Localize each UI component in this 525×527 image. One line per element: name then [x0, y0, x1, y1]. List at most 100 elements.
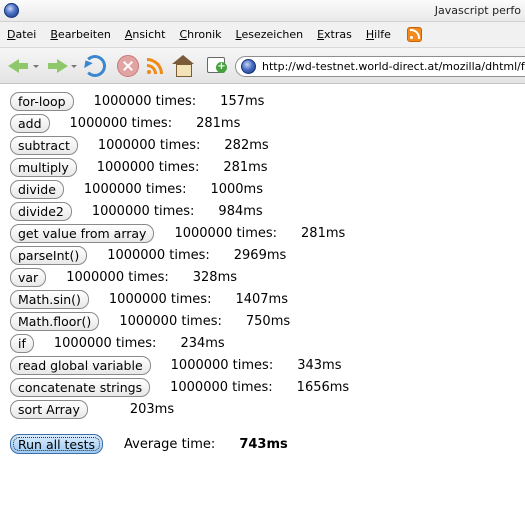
menu-access-key: B [50, 28, 58, 41]
test-button-for-loop[interactable]: for-loop [10, 91, 74, 111]
test-row: sort Array 203ms [10, 398, 174, 420]
test-button-get-value-from-array[interactable]: get value from array [10, 223, 155, 243]
iterations-label: 1000000 times: [91, 203, 195, 219]
test-row: subtract 1000000 times: 282ms [10, 134, 269, 156]
iterations-label: 1000000 times: [53, 335, 157, 351]
test-row: get value from array 1000000 times: 281m… [10, 222, 345, 244]
rss-feed-icon[interactable] [406, 27, 422, 42]
test-button-var[interactable]: var [10, 267, 47, 287]
iterations-label: 1000000 times: [83, 181, 187, 197]
test-button-read-global-variable[interactable]: read global variable [10, 355, 151, 375]
page-content: for-loop 1000000 times: 157ms add 100000… [0, 85, 525, 527]
test-button-parseint[interactable]: parseInt() [10, 245, 88, 265]
run-all-row: Run all tests Average time: 743ms [10, 432, 288, 456]
test-row: divide 1000000 times: 1000ms [10, 178, 263, 200]
result-time: 750ms [245, 313, 291, 329]
result-time: 1000ms [210, 181, 263, 197]
rss-icon[interactable] [146, 57, 164, 75]
test-button-add[interactable]: add [10, 113, 50, 133]
menu-access-key: E [317, 28, 325, 41]
test-row: multiply 1000000 times: 281ms [10, 156, 268, 178]
menu-access-key: H [365, 28, 375, 41]
test-row: read global variable 1000000 times: 343m… [10, 354, 341, 376]
test-row: add 1000000 times: 281ms [10, 112, 240, 134]
test-button-if[interactable]: if [10, 333, 34, 353]
menu-extras[interactable]: Extras [317, 28, 352, 41]
iterations-label: 1000000 times: [66, 269, 169, 285]
stop-icon[interactable] [117, 55, 139, 77]
iterations-label: 1000000 times: [96, 159, 200, 175]
test-button-subtract[interactable]: subtract [10, 135, 78, 155]
run-all-tests-button[interactable]: Run all tests [10, 434, 104, 454]
result-time: 157ms [220, 93, 265, 109]
menu-label-rest: earbeiten [57, 28, 111, 41]
menu-lesezeichen[interactable]: Lesezeichen [236, 28, 304, 41]
test-row: Math.sin() 1000000 times: 1407ms [10, 288, 288, 310]
iterations-label: 1000000 times: [174, 225, 278, 241]
iterations-label: 1000000 times: [108, 291, 212, 307]
iterations-label: 1000000 times: [97, 137, 201, 153]
test-row: Math.floor() 1000000 times: 750ms [10, 310, 290, 332]
iterations-label: 1000000 times: [93, 93, 197, 109]
menu-label-rest: atei [15, 28, 37, 41]
test-button-math-floor[interactable]: Math.floor() [10, 311, 100, 331]
average-time-label: Average time: [124, 436, 216, 452]
menu-label-rest: hronik [187, 28, 222, 41]
test-button-divide[interactable]: divide [10, 179, 64, 199]
result-time: 281ms [196, 115, 241, 131]
test-row: for-loop 1000000 times: 157ms [10, 90, 264, 112]
plus-icon: + [216, 61, 227, 73]
firefox-globe-icon [4, 3, 19, 18]
iterations-label: 1000000 times: [170, 357, 274, 373]
result-time: 343ms [297, 357, 342, 373]
result-time: 984ms [218, 203, 263, 219]
back-icon[interactable] [8, 55, 30, 77]
result-time: 1656ms [296, 379, 350, 395]
menu-label-rest: nsicht [132, 28, 166, 41]
result-time: 1407ms [235, 291, 288, 307]
iterations-label: 1000000 times: [107, 247, 210, 263]
home-icon[interactable] [172, 55, 194, 77]
menu-access-key: C [179, 28, 188, 41]
result-time: 2969ms [233, 247, 287, 263]
menu-datei[interactable]: Datei [7, 28, 36, 41]
menu-bearbeiten[interactable]: Bearbeiten [50, 28, 110, 41]
menu-chronik[interactable]: Chronik [179, 28, 221, 41]
menu-ansicht[interactable]: Ansicht [125, 28, 166, 41]
back-history-dropdown-icon[interactable] [33, 65, 39, 68]
result-time: 234ms [180, 335, 225, 351]
test-button-sort-array[interactable]: sort Array [10, 399, 88, 419]
url-input[interactable]: http://wd-testnet.world-direct.at/mozill… [262, 60, 525, 73]
url-bar[interactable]: http://wd-testnet.world-direct.at/mozill… [235, 56, 525, 77]
site-globe-icon [241, 59, 256, 74]
result-time: 203ms [129, 401, 175, 417]
bookmark-add-icon[interactable]: + [205, 55, 229, 77]
test-row: if 1000000 times: 234ms [10, 332, 225, 354]
test-row: divide2 1000000 times: 984ms [10, 200, 263, 222]
iterations-label: 1000000 times: [170, 379, 273, 395]
test-button-divide2[interactable]: divide2 [10, 201, 72, 221]
iterations-label: 1000000 times: [119, 313, 222, 329]
test-row: parseInt() 1000000 times: 2969ms [10, 244, 286, 266]
test-button-math-sin[interactable]: Math.sin() [10, 289, 89, 309]
average-time-value: 743ms [239, 436, 288, 452]
rss-dot [147, 70, 151, 74]
menu-label-rest: ilfe [374, 28, 391, 41]
test-button-concatenate-strings[interactable]: concatenate strings [10, 377, 151, 397]
menu-label-rest: esezeichen [241, 28, 304, 41]
menu-label-rest: xtras [324, 28, 352, 41]
result-time: 281ms [301, 225, 346, 241]
result-time: 281ms [223, 159, 268, 175]
forward-icon[interactable] [46, 55, 68, 77]
test-row: var 1000000 times: 328ms [10, 266, 237, 288]
test-row: concatenate strings 1000000 times: 1656m… [10, 376, 349, 398]
menu-hilfe[interactable]: Hilfe [366, 28, 391, 41]
result-time: 282ms [224, 137, 269, 153]
forward-history-dropdown-icon[interactable] [71, 65, 77, 68]
menu-bar: Datei Bearbeiten Ansicht Chronik Lesezei… [0, 22, 525, 48]
test-button-multiply[interactable]: multiply [10, 157, 77, 177]
iterations-label: 1000000 times: [69, 115, 173, 131]
result-time: 328ms [192, 269, 238, 285]
window-title: Javascript perfo [434, 4, 521, 17]
reload-icon[interactable] [84, 55, 106, 77]
